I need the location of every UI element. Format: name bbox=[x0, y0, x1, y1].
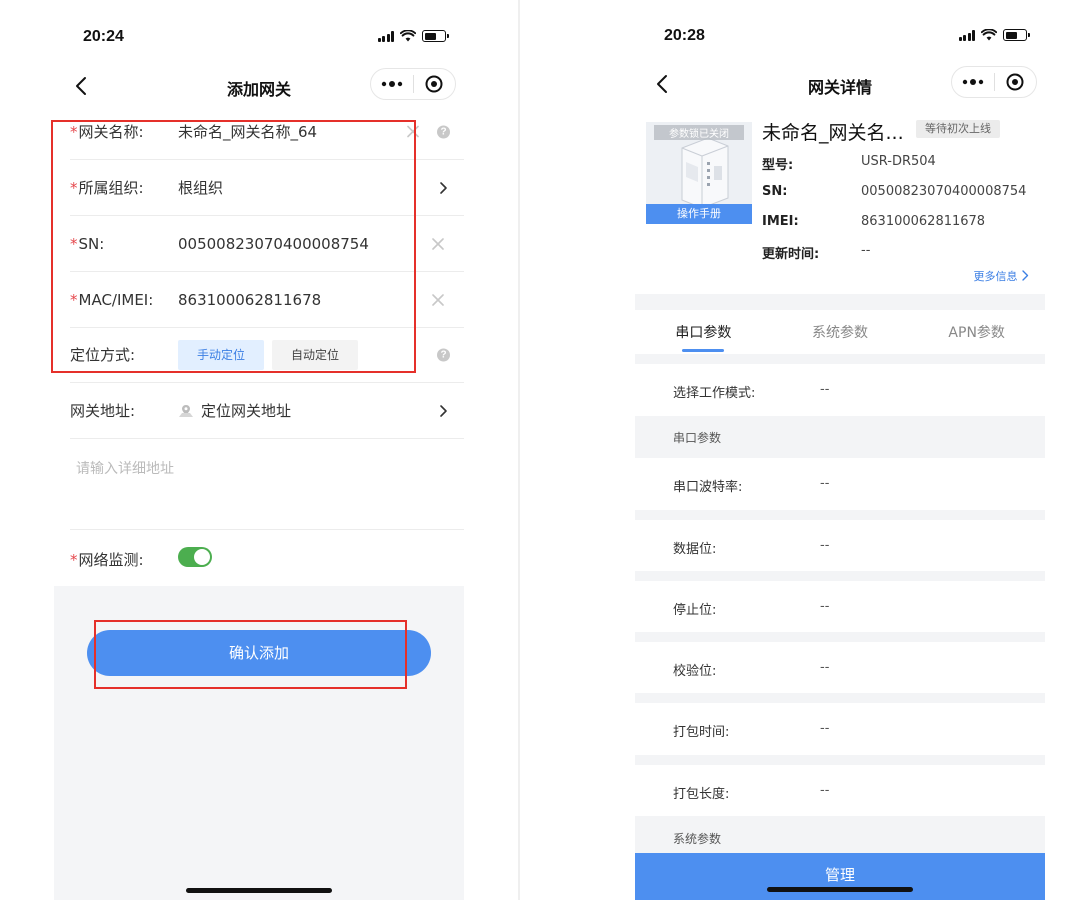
home-indicator bbox=[186, 888, 332, 893]
panel-divider bbox=[518, 0, 520, 900]
baud-rate-row: 串口波特率: -- bbox=[673, 476, 830, 495]
info-row-sn: SN: 00500823070400008754 bbox=[762, 184, 1027, 199]
auto-location-button[interactable]: 自动定位 bbox=[272, 339, 359, 370]
manual-location-button[interactable]: 手动定位 bbox=[178, 339, 265, 370]
location-pin-icon bbox=[179, 404, 193, 417]
network-monitor-row: *网络监测: bbox=[70, 531, 464, 587]
mac-imei-input[interactable]: 863100062811678 bbox=[178, 291, 464, 309]
chevron-right-icon[interactable] bbox=[438, 404, 448, 418]
section-label-serial: 串口参数 bbox=[673, 431, 722, 445]
gateway-detail-screen: 20:28 网关详情 参数锁已关闭 操作手册 未命名_网关名... 等待初次上线… bbox=[635, 0, 1045, 900]
info-row-model: 型号: USR-DR504 bbox=[762, 154, 936, 173]
manual-link[interactable]: 操作手册 bbox=[646, 204, 752, 224]
manage-button[interactable]: 管理 bbox=[635, 853, 1045, 900]
data-bits-row: 数据位: -- bbox=[673, 538, 830, 557]
status-bar: 20:24 bbox=[54, 28, 464, 68]
gateway-name-label: 网关名称: bbox=[78, 123, 144, 141]
location-mode-row: 定位方式: 手动定位 自动定位 ? bbox=[70, 327, 464, 383]
more-dots-icon[interactable] bbox=[371, 69, 413, 99]
status-icons bbox=[377, 30, 449, 42]
nav-bar: 网关详情 bbox=[635, 62, 1045, 106]
detail-address-placeholder: 请输入详细地址 bbox=[76, 461, 174, 477]
tab-system-params[interactable]: 系统参数 bbox=[772, 310, 909, 354]
mac-imei-label: MAC/IMEI: bbox=[78, 290, 154, 309]
help-icon[interactable]: ? bbox=[437, 348, 450, 361]
pack-time-row: 打包时间: -- bbox=[673, 721, 830, 740]
sn-row: *SN: 00500823070400008754 bbox=[70, 216, 464, 272]
mini-program-capsule bbox=[370, 68, 456, 100]
nav-bar: 添加网关 bbox=[54, 64, 464, 108]
wifi-icon bbox=[400, 30, 416, 42]
section-label-system: 系统参数 bbox=[673, 832, 722, 846]
confirm-add-button[interactable]: 确认添加 bbox=[87, 630, 431, 676]
device-name: 未命名_网关名... bbox=[762, 122, 904, 144]
more-dots-icon[interactable] bbox=[952, 67, 994, 97]
more-info-link[interactable]: 更多信息 bbox=[974, 268, 1030, 284]
info-row-updated: 更新时间: -- bbox=[762, 243, 871, 262]
battery-icon bbox=[422, 30, 449, 42]
battery-icon bbox=[1003, 29, 1030, 41]
clear-icon[interactable] bbox=[407, 125, 419, 138]
organization-label: 所属组织: bbox=[78, 179, 144, 197]
sn-label: SN: bbox=[78, 234, 105, 253]
gateway-address-value: 定位网关地址 bbox=[201, 402, 292, 420]
organization-row[interactable]: *所属组织: 根组织 bbox=[70, 160, 464, 216]
info-row-imei: IMEI: 863100062811678 bbox=[762, 214, 986, 229]
tab-apn-params[interactable]: APN参数 bbox=[908, 310, 1045, 354]
clear-icon[interactable] bbox=[432, 237, 444, 250]
signal-icon bbox=[958, 29, 975, 41]
param-tabs: 串口参数 系统参数 APN参数 bbox=[635, 310, 1045, 354]
signal-icon bbox=[377, 30, 394, 42]
status-icons bbox=[958, 29, 1030, 41]
mac-imei-row: *MAC/IMEI: 863100062811678 bbox=[70, 272, 464, 328]
organization-value: 根组织 bbox=[178, 179, 224, 197]
pack-length-row: 打包长度: -- bbox=[673, 783, 830, 802]
help-icon[interactable]: ? bbox=[437, 125, 450, 138]
param-lock-label: 参数锁已关闭 bbox=[654, 125, 744, 140]
network-monitor-label: 网络监测: bbox=[78, 550, 144, 569]
target-icon[interactable] bbox=[414, 69, 456, 99]
network-monitor-toggle[interactable] bbox=[178, 547, 212, 567]
status-bar: 20:28 bbox=[635, 27, 1045, 67]
mini-program-capsule bbox=[951, 66, 1037, 98]
status-time: 20:28 bbox=[664, 27, 705, 44]
parity-row: 校验位: -- bbox=[673, 660, 830, 679]
home-indicator bbox=[767, 887, 913, 892]
tab-serial-params[interactable]: 串口参数 bbox=[635, 310, 772, 354]
gateway-name-row: *网关名称: 未命名_网关名称_64 ? bbox=[70, 104, 464, 160]
stop-bits-row: 停止位: -- bbox=[673, 599, 830, 618]
device-image[interactable]: 参数锁已关闭 操作手册 bbox=[646, 122, 752, 224]
target-icon[interactable] bbox=[995, 67, 1037, 97]
chevron-right-icon[interactable] bbox=[438, 181, 448, 195]
work-mode-row: 选择工作模式: -- bbox=[673, 382, 830, 401]
add-gateway-screen: 20:24 添加网关 *网关名称: 未命名_网关名称_64 ? *所属组织: 根… bbox=[54, 0, 464, 900]
location-mode-label: 定位方式: bbox=[70, 346, 136, 364]
clear-icon[interactable] bbox=[432, 293, 444, 306]
sn-input[interactable]: 00500823070400008754 bbox=[178, 235, 464, 253]
wifi-icon bbox=[981, 29, 997, 41]
status-badge: 等待初次上线 bbox=[916, 120, 1000, 138]
gateway-address-label: 网关地址: bbox=[70, 402, 136, 420]
status-time: 20:24 bbox=[83, 28, 124, 45]
chevron-right-icon bbox=[1022, 270, 1029, 281]
detail-address-input[interactable]: 请输入详细地址 bbox=[70, 438, 464, 530]
gateway-address-row[interactable]: 网关地址: 定位网关地址 bbox=[70, 383, 464, 439]
